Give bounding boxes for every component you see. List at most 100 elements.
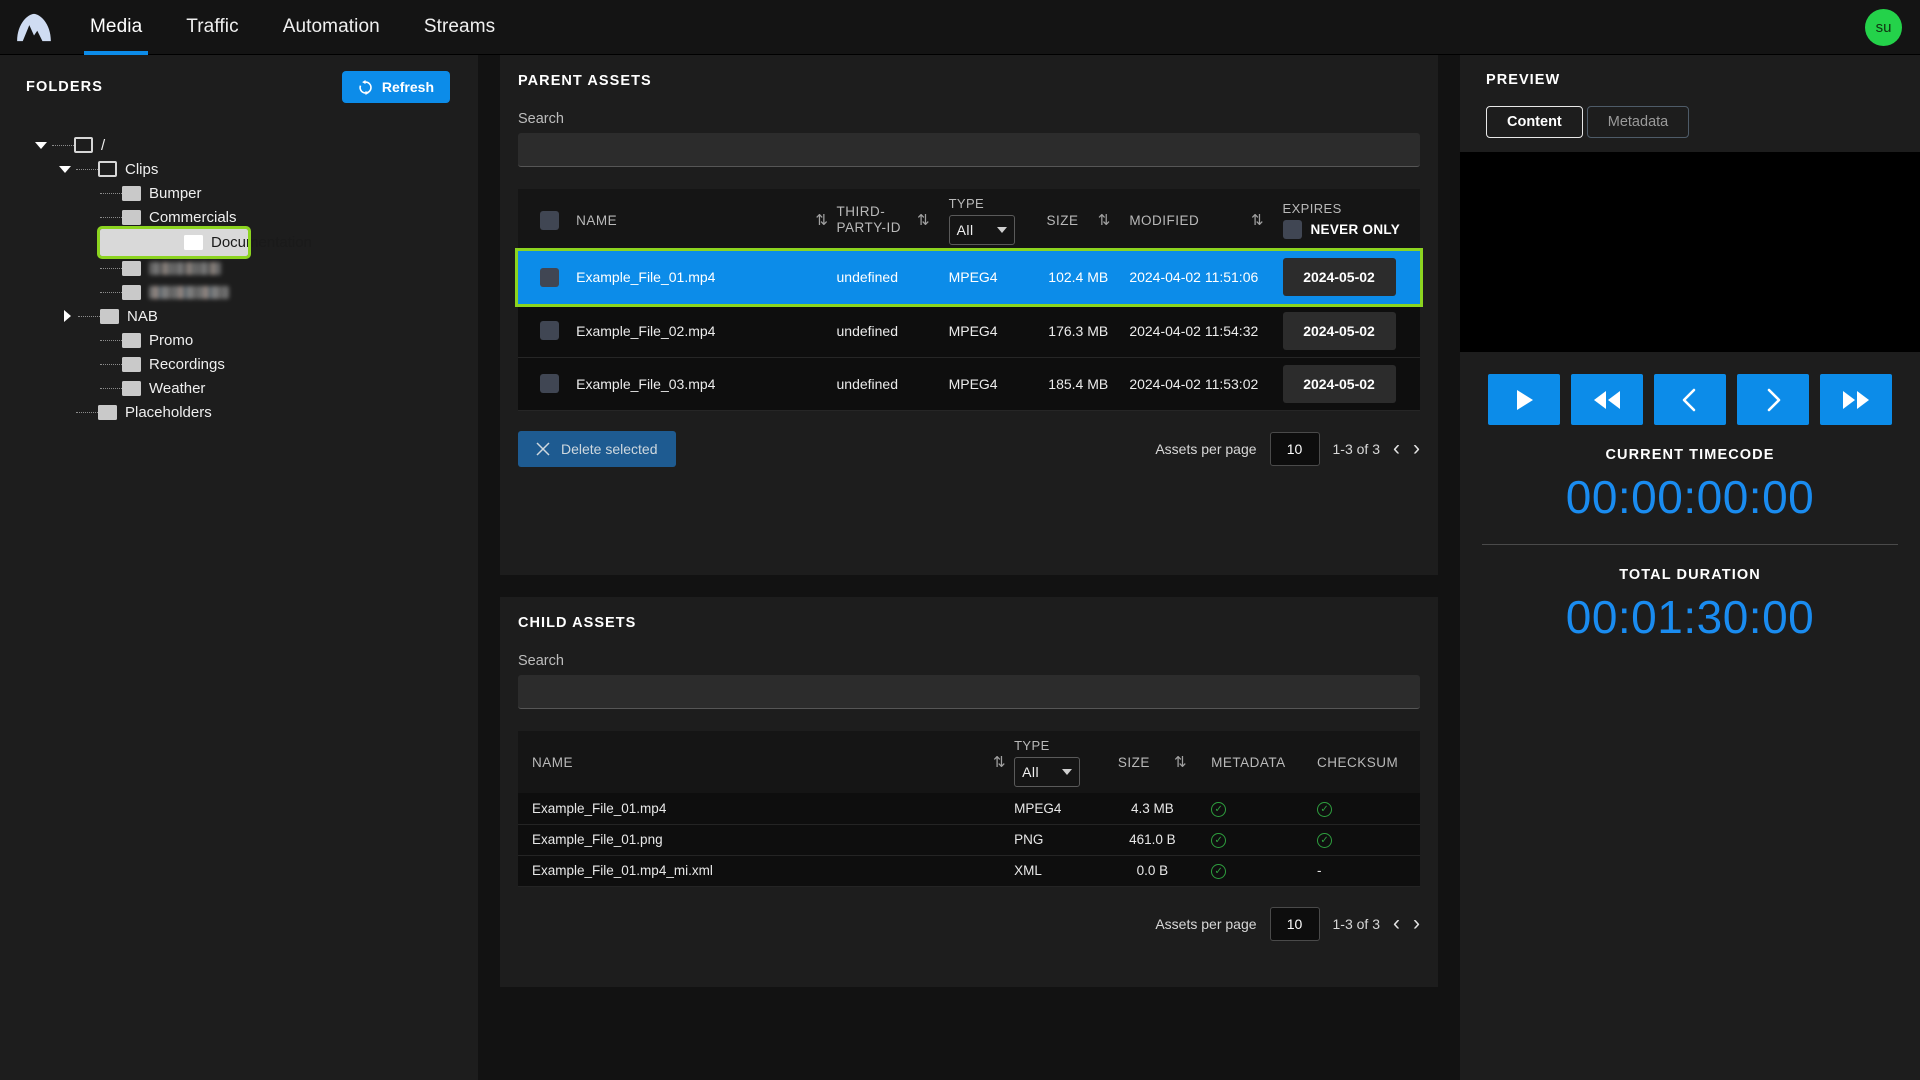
chevron-down-icon	[59, 166, 71, 173]
tab-metadata[interactable]: Metadata	[1587, 106, 1689, 138]
col-third-party-id-label: THIRD-PARTY-ID	[837, 204, 910, 235]
tree-item-clips[interactable]: Clips	[22, 157, 478, 181]
tree-item-label: Placeholders	[125, 404, 212, 421]
prev-page-button[interactable]: ‹	[1393, 438, 1400, 459]
tab-streams-label: Streams	[424, 16, 495, 38]
tree-item-documentation[interactable]: Documentation	[100, 229, 248, 256]
tree-item-recordings[interactable]: Recordings	[22, 352, 478, 376]
refresh-button[interactable]: Refresh	[342, 71, 450, 103]
child-sort-size[interactable]: ⇅	[1170, 731, 1207, 793]
table-row[interactable]: Example_File_03.mp4 undefined MPEG4 185.…	[518, 357, 1420, 410]
tree-connector	[52, 145, 74, 146]
tree-item-bumper[interactable]: Bumper	[22, 181, 478, 205]
check-ok-icon: ✓	[1317, 833, 1332, 848]
col-type-label: TYPE	[949, 196, 1028, 211]
table-row[interactable]: Example_File_02.mp4 undefined MPEG4 176.…	[518, 304, 1420, 357]
tab-traffic[interactable]: Traffic	[164, 0, 260, 55]
table-row[interactable]: Example_File_01.png PNG 461.0 B ✓ ✓	[518, 824, 1420, 855]
child-col-size[interactable]: SIZE	[1098, 731, 1170, 793]
tab-traffic-label: Traffic	[186, 16, 238, 38]
per-page-value: 10	[1287, 916, 1303, 932]
delete-selected-button[interactable]: Delete selected	[518, 431, 676, 467]
tree-item-weather[interactable]: Weather	[22, 376, 478, 400]
col-third-party-id[interactable]: THIRD-PARTY-ID	[833, 189, 914, 251]
table-row[interactable]: Example_File_01.mp4 MPEG4 4.3 MB ✓ ✓	[518, 793, 1420, 824]
tree-item-commercials[interactable]: Commercials	[22, 205, 478, 229]
tab-metadata-label: Metadata	[1608, 114, 1668, 130]
tree-item-nab[interactable]: NAB	[22, 304, 478, 328]
col-name[interactable]: NAME	[572, 189, 799, 251]
cell-type: MPEG4	[945, 304, 1032, 357]
assets-column: PARENT ASSETS Search NAME ⇅ THIRD-PARTY-…	[478, 55, 1460, 1080]
mountain-logo-icon	[15, 12, 53, 42]
child-table-footer: Assets per page 10 1-3 of 3 ‹ ›	[518, 907, 1420, 941]
expires-badge: 2024-05-02	[1283, 312, 1396, 350]
never-only-checkbox[interactable]	[1283, 220, 1302, 239]
next-page-button[interactable]: ›	[1413, 913, 1420, 934]
sort-modified[interactable]: ⇅	[1247, 189, 1279, 251]
tree-item-placeholders[interactable]: Placeholders	[22, 400, 478, 424]
sort-name[interactable]: ⇅	[800, 189, 833, 251]
child-col-checksum-label: CHECKSUM	[1317, 755, 1398, 770]
fast-forward-button[interactable]	[1820, 374, 1892, 425]
user-avatar[interactable]: su	[1865, 9, 1902, 46]
step-back-button[interactable]	[1654, 374, 1726, 425]
cell-size: 461.0 B	[1098, 824, 1207, 855]
fast-forward-icon	[1842, 389, 1870, 411]
tree-connector	[100, 268, 122, 269]
prev-page-button[interactable]: ‹	[1393, 913, 1400, 934]
row-checkbox[interactable]	[540, 321, 559, 340]
col-modified[interactable]: MODIFIED	[1125, 189, 1247, 251]
parent-search-input[interactable]	[518, 133, 1420, 167]
sort-icon: ⇅	[815, 212, 828, 229]
tree-connector	[100, 340, 122, 341]
sort-size[interactable]: ⇅	[1094, 189, 1126, 251]
cell-type: MPEG4	[1010, 793, 1098, 824]
folder-icon	[100, 309, 119, 324]
tree-item-redacted-1[interactable]	[22, 256, 478, 280]
sort-third-party-id[interactable]: ⇅	[913, 189, 945, 251]
step-forward-button[interactable]	[1737, 374, 1809, 425]
child-col-name[interactable]: NAME	[518, 731, 973, 793]
avatar-initials: su	[1876, 19, 1892, 36]
tab-media[interactable]: Media	[68, 0, 164, 55]
child-type-filter-select[interactable]: All	[1014, 757, 1080, 787]
tree-item-label: Bumper	[149, 185, 202, 202]
expand-toggle-clips[interactable]	[54, 166, 76, 173]
child-search-input[interactable]	[518, 675, 1420, 709]
rewind-button[interactable]	[1571, 374, 1643, 425]
child-sort-name[interactable]: ⇅	[973, 731, 1010, 793]
cell-type: PNG	[1010, 824, 1098, 855]
tree-item-root[interactable]: /	[22, 133, 478, 157]
row-checkbox[interactable]	[540, 268, 559, 287]
sort-icon: ⇅	[1174, 754, 1187, 771]
tree-item-label: /	[101, 137, 105, 154]
table-row[interactable]: Example_File_01.mp4_mi.xml XML 0.0 B ✓ -	[518, 855, 1420, 886]
row-checkbox[interactable]	[540, 374, 559, 393]
child-assets-title: CHILD ASSETS	[518, 615, 1420, 631]
cell-size: 4.3 MB	[1098, 793, 1207, 824]
table-row[interactable]: Example_File_01.mp4 undefined MPEG4 102.…	[518, 251, 1420, 304]
cell-name: Example_File_01.mp4	[518, 793, 973, 824]
play-button[interactable]	[1488, 374, 1560, 425]
tab-content[interactable]: Content	[1486, 106, 1583, 138]
app-logo[interactable]	[0, 0, 68, 55]
expand-toggle-nab[interactable]	[56, 310, 78, 322]
type-filter-select[interactable]: All	[949, 215, 1015, 245]
check-ok-icon: ✓	[1211, 833, 1226, 848]
tab-streams[interactable]: Streams	[402, 0, 517, 55]
next-page-button[interactable]: ›	[1413, 438, 1420, 459]
tree-item-redacted-2[interactable]	[22, 280, 478, 304]
parent-assets-panel: PARENT ASSETS Search NAME ⇅ THIRD-PARTY-…	[500, 55, 1438, 575]
cell-metadata: ✓	[1207, 824, 1313, 855]
per-page-input[interactable]: 10	[1270, 907, 1320, 941]
preview-panel: PREVIEW Content Metadata CURR	[1460, 55, 1920, 1080]
tab-automation[interactable]: Automation	[261, 0, 402, 55]
tree-item-promo[interactable]: Promo	[22, 328, 478, 352]
expand-toggle-root[interactable]	[30, 142, 52, 149]
video-preview-area[interactable]	[1460, 152, 1920, 352]
select-all-checkbox[interactable]	[540, 211, 559, 230]
cell-name: Example_File_02.mp4	[572, 304, 832, 357]
per-page-input[interactable]: 10	[1270, 432, 1320, 466]
col-size[interactable]: SIZE	[1031, 189, 1094, 251]
